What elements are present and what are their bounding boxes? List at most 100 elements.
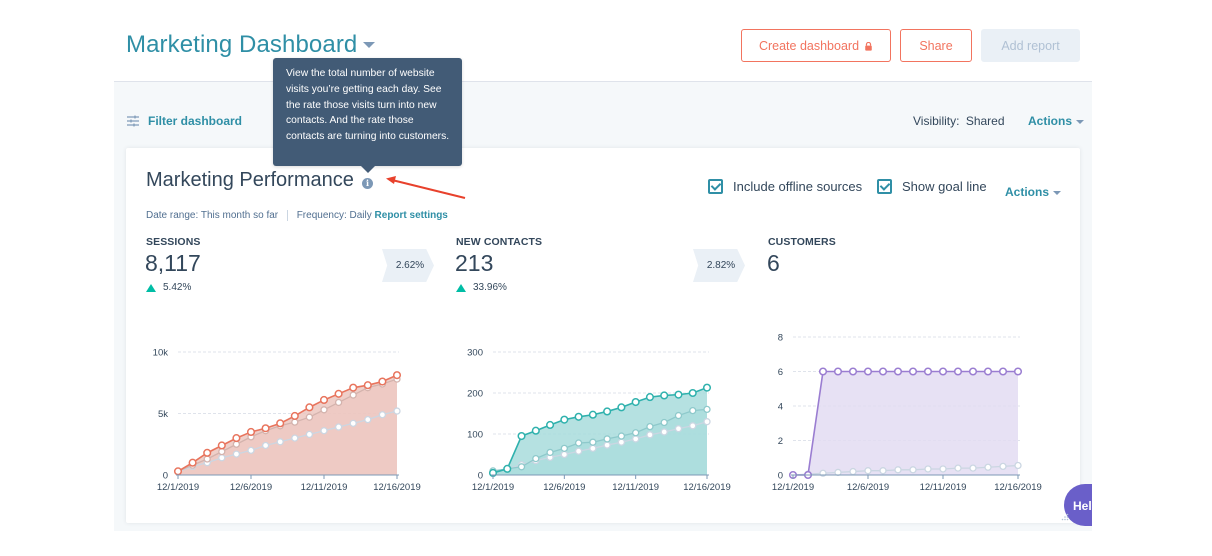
data-point xyxy=(320,427,328,435)
data-point xyxy=(660,391,669,400)
data-point xyxy=(939,465,947,473)
filter-dashboard-button[interactable]: Filter dashboard xyxy=(127,114,242,128)
y-tick-label: 300 xyxy=(467,348,483,359)
data-point xyxy=(1013,367,1023,376)
kpi-customers-label: CUSTOMERS xyxy=(768,236,836,248)
data-point xyxy=(603,441,611,449)
kpi-sessions-label: SESSIONS xyxy=(146,236,201,248)
data-point xyxy=(660,428,668,436)
help-widget[interactable]: Help xyxy=(1064,480,1092,530)
data-point xyxy=(589,444,597,452)
data-point xyxy=(546,420,555,430)
dashboard-title[interactable]: Marketing Dashboard xyxy=(126,31,357,59)
data-point xyxy=(305,430,314,439)
data-point xyxy=(503,464,512,473)
lock-icon xyxy=(865,42,872,51)
data-point xyxy=(617,432,626,440)
create-dashboard-button[interactable]: Create dashboard xyxy=(741,29,891,62)
conversion-rate-contacts-to-customers: 2.82% xyxy=(693,249,745,282)
y-tick-label: 0 xyxy=(163,471,168,482)
share-button[interactable]: Share xyxy=(900,29,972,62)
data-point xyxy=(938,367,948,376)
data-point xyxy=(232,450,241,458)
date-range-value: This month so far xyxy=(200,210,279,222)
data-point xyxy=(924,465,932,473)
data-point xyxy=(703,405,711,414)
data-point xyxy=(908,367,918,376)
resize-handle-icon[interactable] xyxy=(1061,513,1069,521)
data-point xyxy=(320,406,328,414)
data-point xyxy=(188,458,197,467)
data-point xyxy=(617,403,626,412)
add-report-button[interactable]: Add report xyxy=(981,29,1080,62)
report-actions-dropdown[interactable]: Actions xyxy=(1005,185,1062,199)
conversion-rate-sessions-to-contacts: 2.62% xyxy=(382,249,434,282)
data-point xyxy=(674,390,683,399)
chevron-down-icon xyxy=(1053,190,1062,195)
frequency-value: Daily xyxy=(349,210,372,222)
data-point xyxy=(674,425,683,433)
y-tick-label: 200 xyxy=(467,389,483,400)
show-goal-line-checkbox[interactable]: Show goal line xyxy=(877,179,987,194)
report-settings-link[interactable]: Report settings xyxy=(375,210,448,221)
data-point xyxy=(363,381,372,390)
x-tick-label: 12/1/2019 xyxy=(472,482,514,493)
data-point xyxy=(646,431,654,439)
x-tick-label: 12/16/2019 xyxy=(373,482,421,493)
x-tick-label: 12/6/2019 xyxy=(543,482,585,493)
data-point xyxy=(560,450,568,459)
chevron-down-icon xyxy=(1076,119,1085,124)
data-point xyxy=(291,434,299,442)
series-area xyxy=(793,371,1018,475)
data-point xyxy=(232,434,241,443)
data-point xyxy=(863,367,873,376)
sessions-chart: 0 5k 10k 12/1/2019 12/6/2019 12/11/2019 12/16/… xyxy=(153,348,421,494)
checkbox-checked-icon xyxy=(708,179,723,194)
kpi-contacts-change-value: 33.96% xyxy=(473,282,507,293)
y-tick-label: 10k xyxy=(153,348,169,359)
y-tick-label: 5k xyxy=(158,409,168,420)
frequency-label: Frequency: xyxy=(296,210,347,222)
data-point xyxy=(969,464,977,472)
kpi-contacts-value: 213 xyxy=(455,250,494,276)
data-point xyxy=(217,441,226,450)
dashboard-actions-dropdown[interactable]: Actions xyxy=(1028,114,1085,128)
data-point xyxy=(560,415,569,424)
data-point xyxy=(173,467,183,476)
data-point xyxy=(968,367,978,376)
x-tick-label: 12/16/2019 xyxy=(994,482,1042,493)
trend-up-icon xyxy=(146,283,156,292)
meta-divider xyxy=(286,210,288,221)
data-point xyxy=(364,416,372,424)
data-point xyxy=(632,435,640,443)
customers-chart: 0 2 4 6 8 12/1/2019 12/6/2019 12/11/2019 12/16/2… xyxy=(772,333,1042,494)
report-meta: Date range: This month so far Frequency:… xyxy=(146,210,448,221)
y-tick-label: 8 xyxy=(778,333,783,344)
data-point xyxy=(378,411,387,419)
x-tick-label: 12/6/2019 xyxy=(847,482,889,493)
data-point xyxy=(848,367,858,376)
x-tick-label: 12/11/2019 xyxy=(612,482,659,493)
date-range-label: Date range: xyxy=(146,210,199,222)
data-point xyxy=(833,367,843,376)
data-point xyxy=(849,467,857,476)
data-point xyxy=(646,422,654,431)
data-point xyxy=(645,393,654,402)
x-tick-label: 12/11/2019 xyxy=(920,482,967,493)
data-point xyxy=(674,411,683,420)
filter-dashboard-label: Filter dashboard xyxy=(148,114,243,128)
data-point xyxy=(574,412,583,421)
dashboard-switcher-caret-icon[interactable] xyxy=(363,42,375,48)
data-point xyxy=(909,466,917,474)
include-offline-sources-label: Include offline sources xyxy=(733,179,863,194)
data-point xyxy=(864,467,872,475)
visibility-value: Shared xyxy=(965,114,1005,128)
data-point xyxy=(689,406,697,415)
include-offline-sources-checkbox[interactable]: Include offline sources xyxy=(708,179,862,194)
info-icon[interactable]: i xyxy=(362,178,373,189)
info-tooltip: View the total number of website visits … xyxy=(273,58,462,173)
data-point xyxy=(953,367,963,376)
data-point xyxy=(983,367,993,376)
data-point xyxy=(246,427,256,436)
x-tick-label: 12/1/2019 xyxy=(157,482,199,493)
